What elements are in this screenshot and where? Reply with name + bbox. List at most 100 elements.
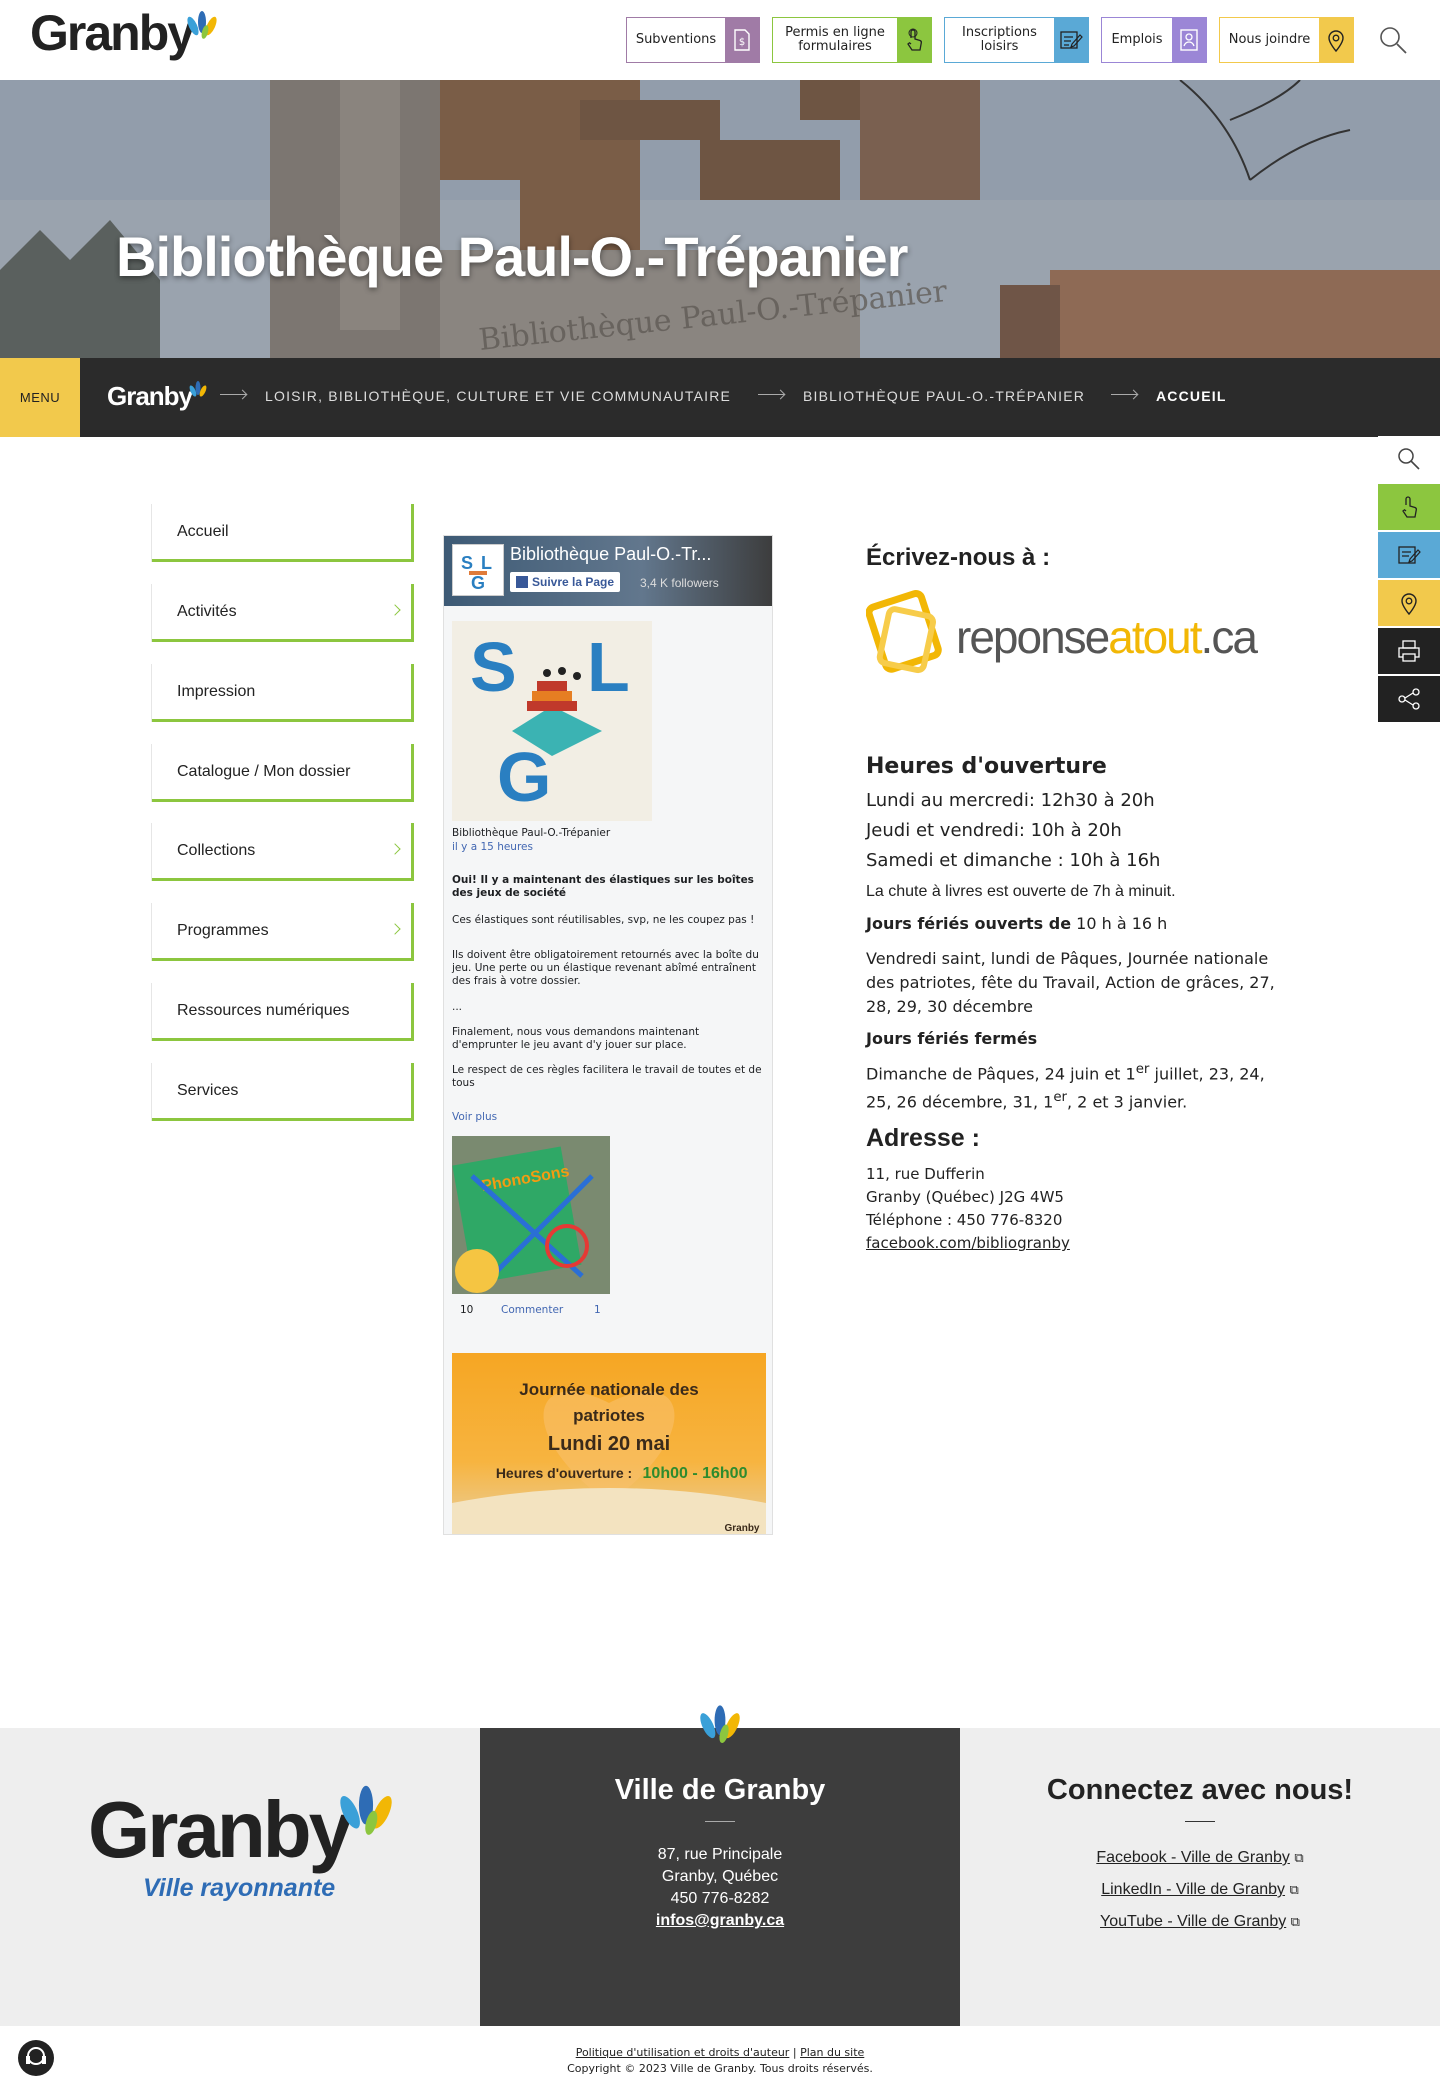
post-paragraph: ... bbox=[452, 1001, 463, 1013]
breadcrumb-bar: MENU Granby LOISIR, BIBLIOTHÈQUE, CULTUR… bbox=[0, 358, 1440, 437]
svg-text:$: $ bbox=[739, 37, 745, 48]
social-link-youtube[interactable]: YouTube - Ville de Granby ⧉ bbox=[960, 1906, 1440, 1938]
footer-city-title: Ville de Granby bbox=[614, 1774, 826, 1806]
external-link-icon: ⧉ bbox=[1289, 1882, 1299, 1897]
see-more-link[interactable]: Voir plus bbox=[452, 1111, 762, 1124]
hours-line: Lundi au mercredi: 12h30 à 20h bbox=[866, 790, 1155, 811]
footer-phone: 450 776-8282 bbox=[670, 1890, 770, 1907]
hero-photo: Bibliothèque Paul-O.-Trépanier bbox=[0, 80, 1440, 358]
hours-line: Samedi et dimanche : 10h à 16h bbox=[866, 850, 1161, 871]
sidebar-item-label: Ressources numériques bbox=[177, 1001, 350, 1019]
breadcrumb-arrow-icon bbox=[758, 394, 784, 395]
sidebar-item-label: Activités bbox=[177, 602, 237, 620]
floating-print-button[interactable] bbox=[1378, 628, 1440, 674]
floating-contact-button[interactable] bbox=[1378, 580, 1440, 626]
document-dollar-icon: $ bbox=[725, 18, 759, 62]
sidebar-item-ressources[interactable]: Ressources numériques bbox=[152, 983, 414, 1041]
holidays-closed-sup: er bbox=[1053, 1090, 1067, 1106]
hand-click-icon bbox=[1402, 496, 1417, 518]
holidays-closed-sup: er bbox=[1135, 1062, 1150, 1077]
facebook-link[interactable]: facebook.com/bibliogranby bbox=[866, 1234, 1070, 1252]
facebook-page-name[interactable]: Bibliothèque Paul-O.-Tr... bbox=[510, 544, 711, 565]
holidays-closed-label: Jours fériés fermés bbox=[866, 1029, 1038, 1048]
search-icon[interactable] bbox=[1378, 25, 1408, 59]
accessibility-icon[interactable] bbox=[18, 2040, 54, 2076]
post-paragraph: Le respect de ces règles facilitera le t… bbox=[452, 1064, 762, 1089]
social-links: Facebook - Ville de Granby ⧉ LinkedIn - … bbox=[960, 1842, 1440, 1938]
sidebar-item-activites[interactable]: Activités bbox=[152, 584, 414, 642]
external-link-icon: ⧉ bbox=[1294, 1850, 1304, 1865]
breadcrumb-loisir[interactable]: LOISIR, BIBLIOTHÈQUE, CULTURE ET VIE COM… bbox=[265, 388, 731, 404]
logo-flame-icon bbox=[187, 11, 217, 39]
post-image-slg[interactable]: S L G bbox=[452, 621, 652, 821]
sitemap-link[interactable]: Plan du site bbox=[800, 2046, 864, 2059]
sidebar-item-label: Impression bbox=[177, 682, 256, 700]
post-author[interactable]: Bibliothèque Paul-O.-Trépanier bbox=[452, 827, 762, 840]
post-paragraph: Finalement, nous vous demandons maintena… bbox=[452, 1026, 700, 1051]
address-line: 11, rue Dufferin bbox=[866, 1165, 985, 1183]
facebook-feed[interactable]: SLG Bibliothèque Paul-O.-Tr... Suivre la… bbox=[443, 535, 773, 1535]
social-link-label: YouTube - Ville de Granby bbox=[1100, 1913, 1287, 1930]
facebook-avatar[interactable]: SLG bbox=[452, 544, 504, 596]
granby-logo[interactable]: Granby bbox=[30, 8, 219, 58]
social-link-label: LinkedIn - Ville de Granby bbox=[1101, 1881, 1286, 1898]
subventions-button[interactable]: Subventions $ bbox=[626, 17, 760, 63]
printer-icon bbox=[1398, 640, 1420, 662]
facebook-follow-button[interactable]: Suivre la Page bbox=[510, 572, 621, 592]
post-image-poster[interactable]: Journée nationale des patriotes Lundi 20… bbox=[452, 1353, 766, 1534]
breadcrumb-home-logo[interactable]: Granby bbox=[107, 380, 208, 412]
map-pin-icon bbox=[1401, 593, 1417, 616]
post-title: Oui! Il y a maintenant des élastiques su… bbox=[452, 874, 754, 899]
footer-email-link[interactable]: infos@granby.ca bbox=[480, 1910, 960, 1932]
sidebar-item-collections[interactable]: Collections bbox=[152, 823, 414, 881]
inscriptions-button[interactable]: Inscriptions loisirs bbox=[944, 17, 1089, 63]
floating-inscriptions-button[interactable] bbox=[1378, 532, 1440, 578]
social-link-label: Facebook - Ville de Granby bbox=[1096, 1849, 1290, 1866]
social-link-facebook[interactable]: Facebook - Ville de Granby ⧉ bbox=[960, 1842, 1440, 1874]
post-paragraph: Ces élastiques sont réutilisables, svp, … bbox=[452, 914, 755, 926]
post-image-game[interactable]: PhonoSons bbox=[452, 1136, 610, 1294]
menu-button[interactable]: MENU bbox=[0, 358, 80, 437]
connect-heading: Connectez avec nous! bbox=[1046, 1774, 1354, 1806]
emplois-button[interactable]: Emplois bbox=[1101, 17, 1207, 63]
share-icon bbox=[1398, 688, 1420, 710]
social-link-linkedin[interactable]: LinkedIn - Ville de Granby ⧉ bbox=[960, 1874, 1440, 1906]
edit-form-icon bbox=[1398, 546, 1421, 564]
post-shares[interactable]: 1 bbox=[594, 1304, 614, 1317]
reponseatout-logo[interactable]: reponseatout.ca bbox=[866, 584, 1266, 690]
copyright: Copyright © 2023 Ville de Granby. Tous d… bbox=[567, 2062, 873, 2075]
breadcrumb-bibliotheque[interactable]: BIBLIOTHÈQUE PAUL-O.-TRÉPANIER bbox=[803, 388, 1085, 404]
page-root: Granby Subventions $ Permis en ligne for… bbox=[0, 0, 1440, 2100]
poster-line: patriotes bbox=[573, 1406, 645, 1425]
inscriptions-label: Inscriptions loisirs bbox=[962, 25, 1037, 54]
post-time[interactable]: il y a 15 heures bbox=[452, 841, 762, 854]
reponseatout-part: reponse bbox=[956, 611, 1110, 663]
svg-text:L: L bbox=[587, 628, 630, 706]
sidebar-item-programmes[interactable]: Programmes bbox=[152, 903, 414, 961]
footer-divider bbox=[705, 1821, 735, 1822]
breadcrumb-home-wordmark: Granby bbox=[107, 381, 193, 411]
drop-box-note: La chute à livres est ouverte de 7h à mi… bbox=[866, 883, 1176, 900]
emplois-label: Emplois bbox=[1111, 32, 1163, 47]
svg-text:S: S bbox=[461, 553, 473, 573]
permis-button[interactable]: Permis en ligne formulaires bbox=[772, 17, 932, 63]
svg-text:L: L bbox=[481, 553, 492, 573]
sidebar-item-catalogue[interactable]: Catalogue / Mon dossier bbox=[152, 744, 414, 802]
sidebar-item-services[interactable]: Services bbox=[152, 1063, 414, 1121]
comment-link[interactable]: Commenter bbox=[501, 1304, 591, 1317]
floating-share-button[interactable] bbox=[1378, 676, 1440, 722]
nous-joindre-button[interactable]: Nous joindre bbox=[1219, 17, 1354, 63]
sidebar-item-label: Collections bbox=[177, 841, 256, 859]
sidebar-item-accueil[interactable]: Accueil bbox=[152, 504, 414, 562]
reponseatout-part: atout bbox=[1108, 611, 1202, 663]
sidebar-item-label: Accueil bbox=[177, 522, 229, 540]
footer-logo[interactable]: Granby bbox=[88, 1784, 396, 1870]
chevron-right-icon bbox=[389, 843, 401, 855]
svg-text:S: S bbox=[470, 628, 517, 706]
reponseatout-word: reponseatout.ca bbox=[956, 610, 1258, 664]
sidebar-item-impression[interactable]: Impression bbox=[152, 664, 414, 722]
policy-link[interactable]: Politique d'utilisation et droits d'aute… bbox=[576, 2046, 790, 2059]
floating-permis-button[interactable] bbox=[1378, 484, 1440, 530]
floating-search-button[interactable] bbox=[1378, 436, 1440, 482]
footer-logo-wordmark: Granby bbox=[88, 1785, 353, 1874]
